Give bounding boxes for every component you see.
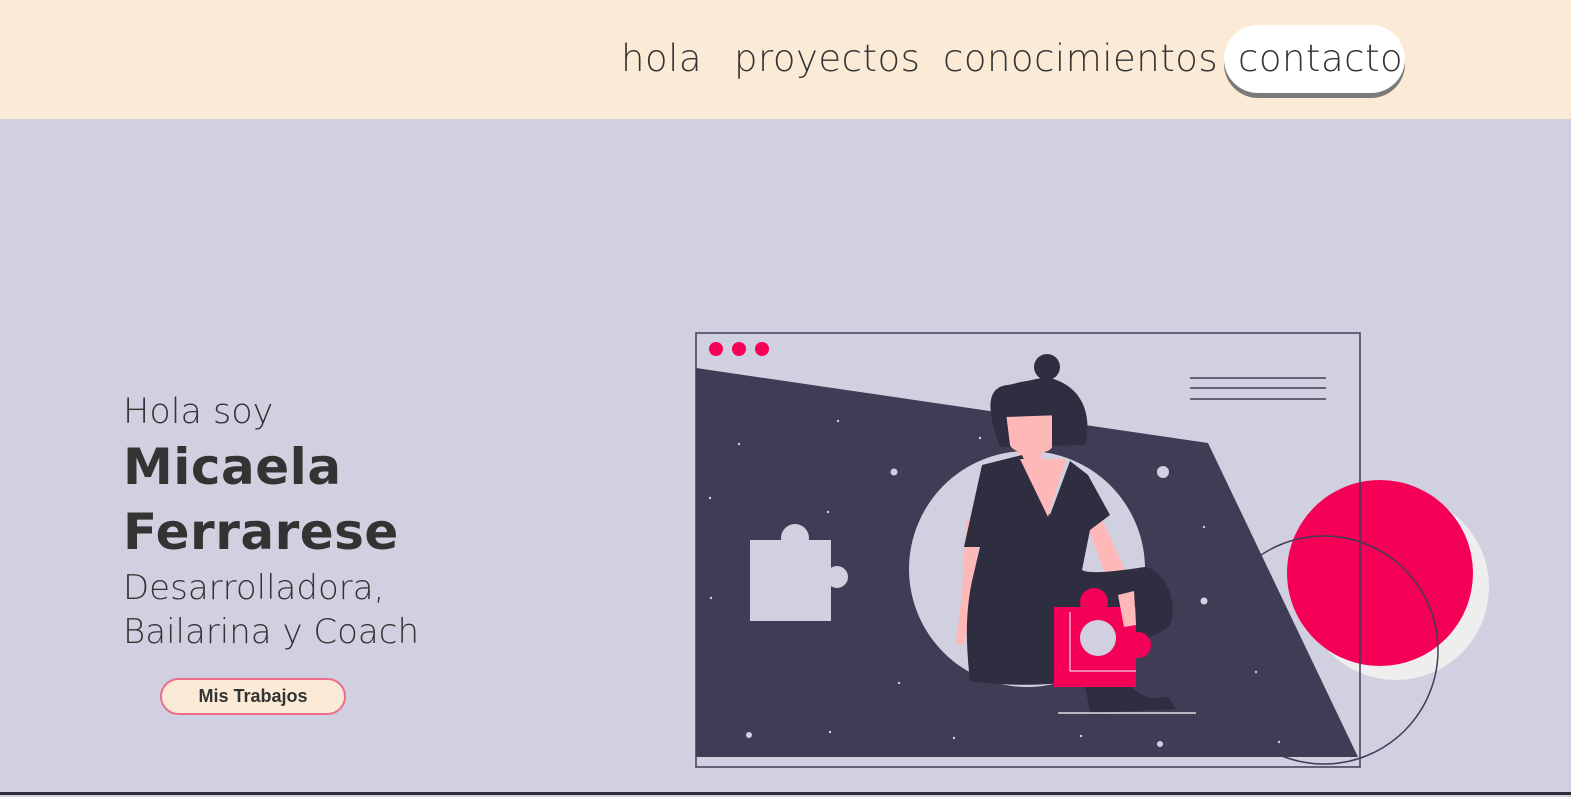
nav-link-conocimientos[interactable]: conocimientos bbox=[943, 34, 1218, 84]
hero-role-line-1: Desarrolladora, bbox=[123, 568, 385, 608]
mis-trabajos-button[interactable]: Mis Trabajos bbox=[160, 678, 346, 715]
section-divider bbox=[0, 792, 1571, 795]
nav-link-hola[interactable]: hola bbox=[621, 34, 702, 84]
window-dot-3 bbox=[755, 342, 769, 356]
window-dot-1 bbox=[709, 342, 723, 356]
hero-name-first: Micaela bbox=[123, 438, 342, 496]
hero-illustration bbox=[695, 332, 1489, 768]
nav-link-proyectos[interactable]: proyectos bbox=[734, 34, 920, 84]
hero-name-last: Ferrarese bbox=[123, 503, 399, 561]
window-dot-2 bbox=[732, 342, 746, 356]
hero-role-line-2: Bailarina y Coach bbox=[123, 612, 419, 652]
hero-greeting: Hola soy bbox=[123, 392, 274, 432]
pink-circle bbox=[1287, 480, 1473, 666]
top-navigation: hola proyectos conocimientos contacto bbox=[0, 0, 1571, 119]
nav-link-contacto[interactable]: contacto bbox=[1238, 34, 1403, 84]
